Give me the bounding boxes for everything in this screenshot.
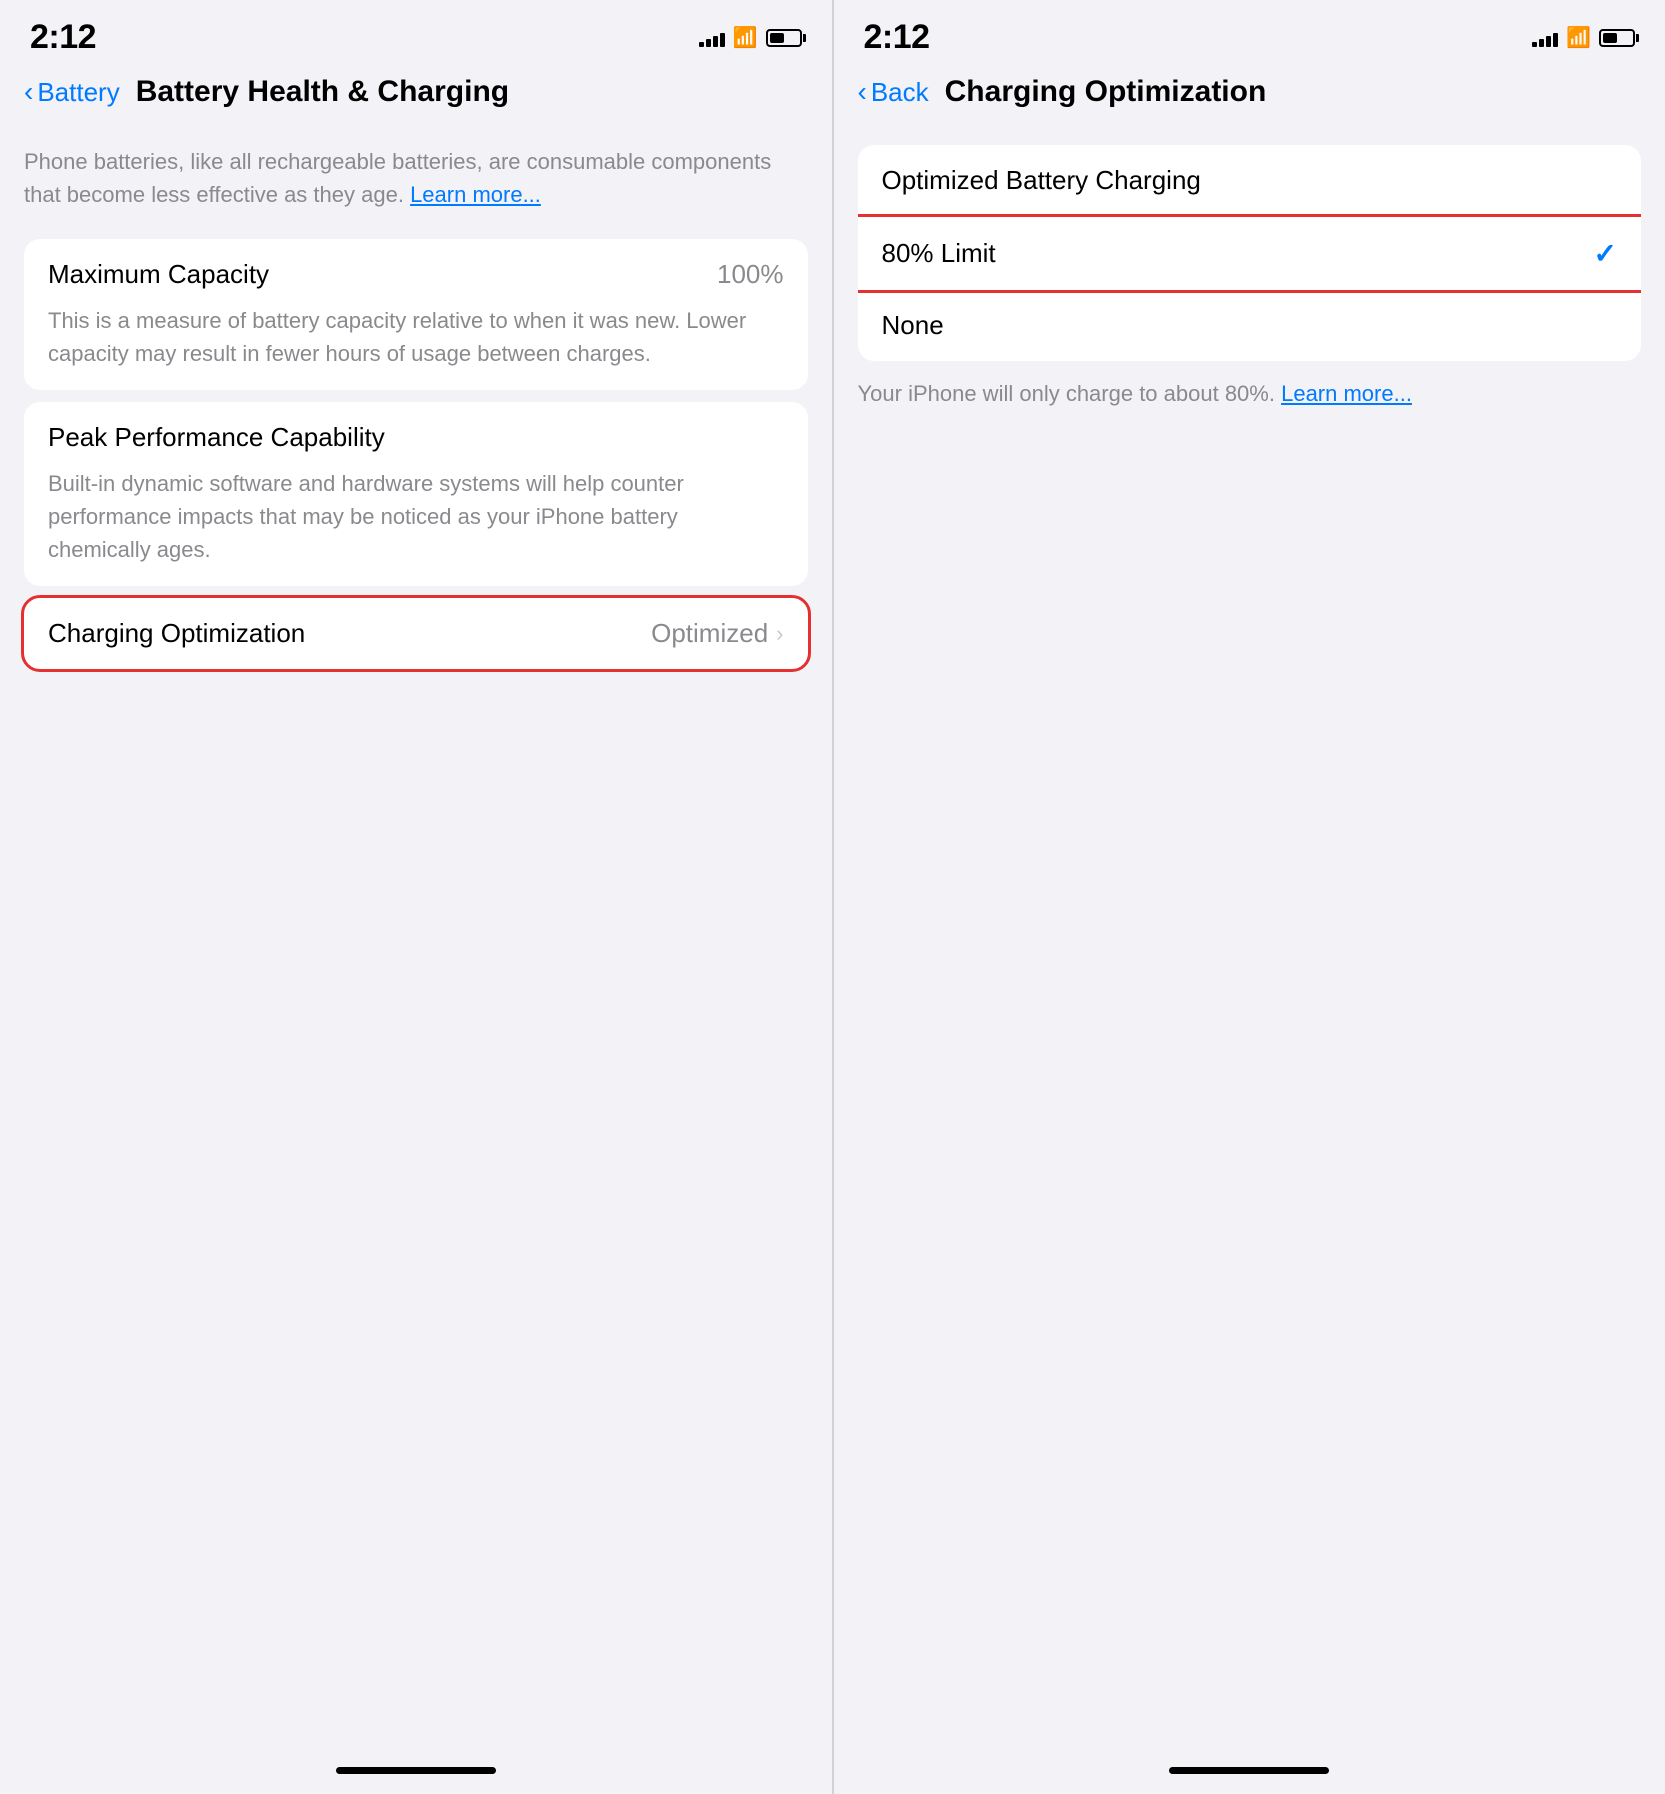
info-text-right: Your iPhone will only charge to about 80… [858, 377, 1642, 410]
peak-performance-title: Peak Performance Capability [48, 422, 385, 453]
nav-bar-left: ‹ Battery Battery Health & Charging [0, 67, 832, 125]
right-panel: 2:12 📶 ‹ Back Charging Optimization [834, 0, 1665, 1794]
status-bar-left: 2:12 📶 [0, 0, 832, 67]
option-none-label: None [882, 310, 944, 341]
checkmark-icon: ✓ [1594, 237, 1617, 270]
option-80-limit[interactable]: 80% Limit ✓ [858, 217, 1642, 290]
status-bar-right: 2:12 📶 [834, 0, 1665, 67]
time-left: 2:12 [30, 18, 96, 57]
status-icons-left: 📶 [699, 25, 802, 50]
description-text: Phone batteries, like all rechargeable b… [24, 145, 808, 211]
options-section: Optimized Battery Charging 80% Limit ✓ N… [858, 145, 1642, 361]
back-button-right[interactable]: ‹ Back [858, 77, 929, 108]
back-label-right: Back [871, 77, 929, 108]
charging-optimization-card[interactable]: Charging Optimization Optimized › [24, 598, 808, 669]
peak-performance-card: Peak Performance Capability Built-in dyn… [24, 402, 808, 586]
max-capacity-card: Maximum Capacity 100% This is a measure … [24, 239, 808, 390]
peak-performance-description: Built-in dynamic software and hardware s… [48, 467, 784, 566]
wifi-icon-right: 📶 [1566, 25, 1591, 50]
battery-icon [766, 29, 802, 47]
page-title-left: Battery Health & Charging [136, 75, 509, 109]
max-capacity-value: 100% [717, 259, 784, 290]
signal-icon-right [1532, 29, 1558, 47]
back-button-left[interactable]: ‹ Battery [24, 77, 120, 108]
option-none[interactable]: None [858, 290, 1642, 361]
home-indicator-left [336, 1767, 496, 1774]
status-icons-right: 📶 [1532, 25, 1635, 50]
charging-opt-title: Charging Optimization [48, 618, 305, 649]
nav-bar-right: ‹ Back Charging Optimization [834, 67, 1665, 125]
left-panel: 2:12 📶 ‹ Battery Battery Health & Chargi… [0, 0, 832, 1794]
option-80-limit-label: 80% Limit [882, 238, 996, 269]
option-optimized-battery-charging[interactable]: Optimized Battery Charging [858, 145, 1642, 217]
signal-icon [699, 29, 725, 47]
chevron-right-icon: › [776, 621, 783, 647]
max-capacity-title: Maximum Capacity [48, 259, 269, 290]
charging-opt-value: Optimized › [651, 618, 783, 649]
chevron-left-icon: ‹ [24, 78, 33, 106]
chevron-left-icon-right: ‹ [858, 78, 867, 106]
back-label-left: Battery [37, 77, 119, 108]
battery-icon-right [1599, 29, 1635, 47]
learn-more-link-left[interactable]: Learn more... [410, 182, 541, 207]
learn-more-link-right[interactable]: Learn more... [1281, 381, 1412, 406]
max-capacity-description: This is a measure of battery capacity re… [48, 304, 784, 370]
content-right: Optimized Battery Charging 80% Limit ✓ N… [834, 125, 1665, 1767]
option-optimized-battery-charging-label: Optimized Battery Charging [882, 165, 1201, 196]
wifi-icon: 📶 [733, 25, 758, 50]
content-left: Phone batteries, like all rechargeable b… [0, 125, 832, 1767]
home-indicator-right [1169, 1767, 1329, 1774]
time-right: 2:12 [864, 18, 930, 57]
page-title-right: Charging Optimization [945, 75, 1267, 109]
